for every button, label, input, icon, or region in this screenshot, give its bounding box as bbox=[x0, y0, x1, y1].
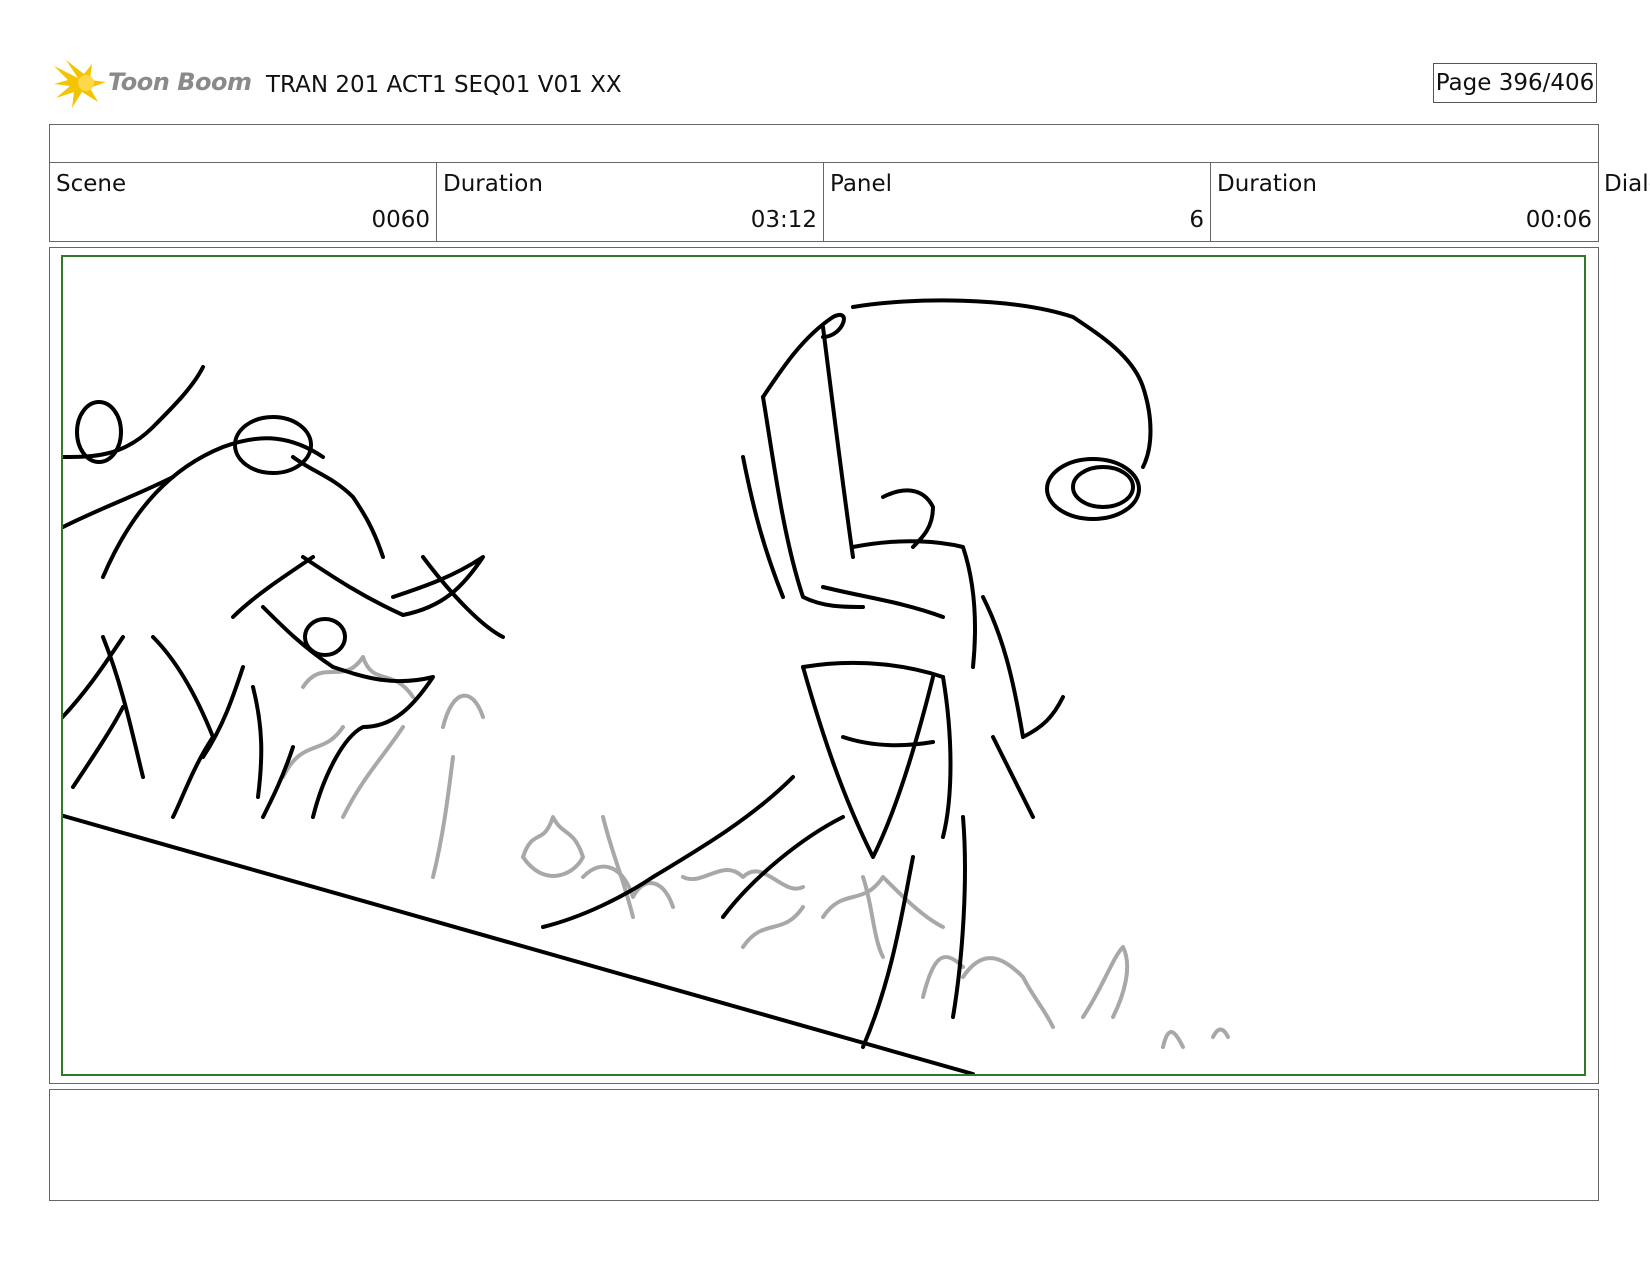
blank-header-row bbox=[50, 125, 1598, 163]
scene-cell: Scene 0060 bbox=[50, 163, 437, 241]
scene-duration-value: 03:12 bbox=[750, 207, 817, 233]
scene-duration-cell: Duration 03:12 bbox=[437, 163, 824, 241]
toon-boom-logo: Toon Boom bbox=[52, 58, 252, 110]
panel-duration-label: Duration bbox=[1217, 171, 1317, 197]
logo-text: Toon Boom bbox=[108, 68, 252, 96]
document-title: TRAN 201 ACT1 SEQ01 V01 XX bbox=[266, 72, 622, 98]
background-crowd-sketch bbox=[281, 655, 1230, 1049]
panel-duration-value: 00:06 bbox=[1525, 207, 1592, 233]
panel-label: Panel bbox=[830, 171, 893, 197]
scene-label: Scene bbox=[56, 171, 127, 197]
scene-info-table: Scene 0060 Duration 03:12 Panel 6 Durati… bbox=[49, 124, 1599, 242]
panel-duration-cell: Duration 00:06 bbox=[1211, 163, 1598, 241]
sketch-drawing bbox=[63, 298, 1230, 1074]
page-indicator: Page 396/406 bbox=[1433, 63, 1597, 103]
scene-duration-label: Duration bbox=[443, 171, 543, 197]
panel-cell: Panel 6 bbox=[824, 163, 1211, 241]
notes-box bbox=[49, 1089, 1599, 1201]
dialog-label: Dialo bbox=[1604, 171, 1650, 197]
storyboard-panel bbox=[61, 255, 1586, 1076]
panel-value: 6 bbox=[1189, 207, 1204, 233]
scene-value: 0060 bbox=[371, 207, 430, 233]
starburst-icon bbox=[54, 60, 106, 108]
